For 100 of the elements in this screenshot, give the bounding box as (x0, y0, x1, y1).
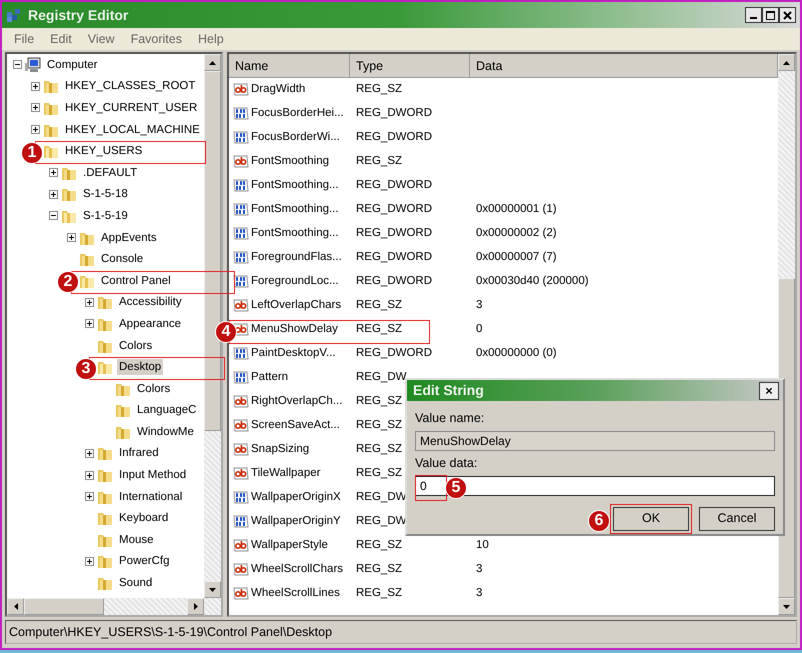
value-name[interactable]: WallpaperOriginY (251, 513, 341, 531)
string-value-icon (233, 586, 249, 602)
column-header[interactable]: Name (229, 54, 350, 78)
horizontal-scrollbar[interactable] (7, 598, 221, 615)
minimize-button[interactable] (745, 7, 762, 23)
tree-item[interactable]: HKEY_LOCAL_MACHINE (63, 122, 202, 138)
tree-item[interactable]: Sound (117, 575, 154, 592)
tree-item[interactable]: Appearance (117, 316, 184, 332)
value-name[interactable]: ForegroundFlas... (251, 249, 342, 267)
value-name[interactable]: WallpaperStyle (251, 537, 328, 555)
tree-item[interactable]: WindowMe (135, 424, 196, 440)
expand-toggle[interactable] (31, 103, 40, 112)
expand-toggle[interactable] (85, 492, 94, 502)
value-data: 0x00000002 (2) (476, 227, 557, 240)
tree-item[interactable]: Desktop (117, 359, 164, 376)
tree-item[interactable]: International (117, 488, 184, 505)
value-type: REG_DWORD (356, 203, 432, 216)
tree-item[interactable]: HKEY_CURRENT_USER (63, 100, 200, 116)
value-name[interactable]: FontSmoothing... (251, 201, 339, 219)
column-header[interactable]: Data (470, 54, 778, 78)
tree-item[interactable]: Mouse (117, 532, 156, 548)
tree-item[interactable]: Accessibility (117, 294, 184, 310)
tree-item[interactable]: LanguageC (135, 402, 198, 418)
menu-item[interactable]: Edit (42, 30, 80, 48)
value-name[interactable]: WheelScrollChars (251, 561, 344, 579)
close-button[interactable]: × (759, 382, 779, 400)
value-name[interactable]: WallpaperOriginX (251, 489, 341, 507)
close-button[interactable] (779, 7, 796, 23)
registry-app-icon (6, 7, 22, 23)
value-data: 0x00030d40 (200000) (476, 275, 589, 288)
value-type: REG_SZ (356, 443, 402, 456)
value-name[interactable]: TileWallpaper (251, 465, 320, 483)
menu-item[interactable]: Help (190, 30, 232, 48)
tree-item[interactable]: Colors (117, 338, 154, 354)
tree-item[interactable]: Control Panel (99, 272, 173, 289)
expand-toggle[interactable] (49, 168, 58, 178)
value-name[interactable]: FontSmoothing... (251, 177, 339, 195)
value-data: 0x00000001 (1) (476, 203, 557, 216)
value-name[interactable]: FontSmoothing... (251, 225, 339, 243)
tree-item[interactable]: Colors (135, 380, 172, 397)
value-name[interactable]: Pattern (251, 369, 288, 387)
column-header[interactable]: Type (350, 54, 470, 78)
value-type: REG_DWORD (356, 227, 432, 240)
string-value-icon (233, 298, 249, 314)
tree-item[interactable]: HKEY_CLASSES_ROOT (63, 78, 198, 94)
tree-item[interactable]: S-1-5-18 (81, 186, 130, 202)
value-name[interactable]: SnapSizing (251, 441, 310, 459)
value-name[interactable]: FocusBorderWi... (251, 129, 340, 147)
tree-item[interactable]: Computer (45, 56, 100, 73)
menu-item[interactable]: File (6, 30, 42, 48)
collapse-toggle[interactable] (13, 60, 22, 70)
string-value-icon (233, 154, 249, 170)
value-name[interactable]: ScreenSaveAct... (251, 417, 340, 435)
binary-value-icon (233, 130, 249, 146)
value-name[interactable]: FocusBorderHei... (251, 105, 344, 123)
value-name[interactable]: LeftOverlapChars (251, 297, 342, 315)
menu-item[interactable]: View (80, 30, 123, 48)
value-name[interactable]: RightOverlapCh... (251, 393, 342, 411)
tree-item[interactable]: .DEFAULT (81, 164, 140, 181)
value-name[interactable]: PaintDesktopV... (251, 345, 336, 363)
expand-toggle[interactable] (85, 470, 94, 480)
expand-toggle[interactable] (31, 125, 40, 134)
value-name[interactable]: WheelScrollLines (251, 585, 340, 603)
binary-value-icon (233, 202, 249, 218)
value-data: 10 (476, 539, 489, 552)
value-data: 0x00000007 (7) (476, 251, 557, 264)
tree-item[interactable]: Input Method (117, 467, 188, 484)
collapse-toggle[interactable] (49, 211, 58, 220)
tree-item[interactable]: S-1-5-19 (81, 208, 130, 224)
tree-item[interactable]: Infrared (117, 445, 161, 462)
value-type: REG_SZ (356, 83, 402, 96)
expand-toggle[interactable] (85, 319, 94, 328)
expand-toggle[interactable] (85, 298, 94, 307)
tree-item[interactable]: Console (99, 251, 146, 268)
value-type: REG_SZ (356, 155, 402, 168)
value-name[interactable]: FontSmoothing (251, 153, 329, 171)
dialog-button[interactable]: Cancel (699, 506, 775, 530)
expand-toggle[interactable] (85, 556, 94, 566)
tree-item[interactable]: Keyboard (117, 510, 170, 526)
value-name[interactable]: DragWidth (251, 81, 306, 99)
value-type: REG_SZ (356, 587, 402, 600)
string-value-icon (233, 418, 249, 434)
expand-toggle[interactable] (85, 448, 94, 458)
menu-item[interactable]: Favorites (122, 30, 190, 48)
tree-item[interactable]: AppEvents (99, 230, 159, 246)
string-value-icon (233, 562, 249, 578)
binary-value-icon (233, 346, 249, 362)
vertical-scrollbar[interactable] (204, 54, 221, 598)
binary-value-icon (233, 178, 249, 194)
tree-item[interactable]: HKEY_USERS (63, 143, 144, 160)
maximize-button[interactable] (762, 7, 779, 23)
tree-item[interactable]: PowerCfg (117, 553, 172, 570)
value-name[interactable]: ForegroundLoc... (251, 273, 339, 291)
value-name-field[interactable]: MenuShowDelay (415, 430, 775, 451)
dialog-title: Edit String (413, 381, 484, 400)
value-data: 3 (476, 299, 482, 312)
expand-toggle[interactable] (31, 82, 40, 91)
expand-toggle[interactable] (67, 233, 76, 242)
value-name[interactable]: MenuShowDelay (251, 321, 338, 339)
expand-toggle[interactable] (49, 190, 58, 199)
